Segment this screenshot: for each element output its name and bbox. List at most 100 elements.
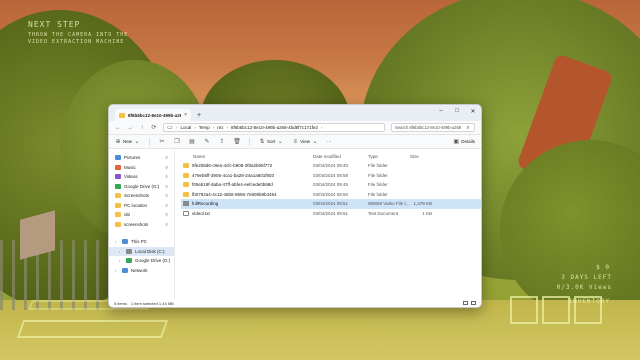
up-button[interactable]: ↑: [139, 125, 145, 131]
breadcrumb-rez[interactable]: rez: [217, 125, 223, 130]
new-tab-button[interactable]: +: [197, 112, 201, 119]
file-name-cell: 9fe208d6-c8ea-4cfc-b908-2f8a2b65f772: [181, 163, 313, 169]
file-row[interactable]: 479eb6ff-3905-4ca1-ba28-24a1a801f803 03/0…: [181, 171, 481, 181]
details-view-icon[interactable]: [463, 301, 468, 305]
chevron-right-icon[interactable]: ›: [119, 258, 123, 263]
cut-icon[interactable]: ✂: [159, 139, 165, 145]
explorer-tab[interactable]: 8f6b5bc12-8e10-499b-a268-4bd ×: [115, 109, 191, 121]
sidebar-item-label: Pictures: [124, 155, 141, 161]
drive-icon: [122, 267, 128, 273]
chevron-right-icon[interactable]: ›: [115, 239, 119, 244]
pin-icon: ⚲: [165, 164, 168, 170]
sidebar-item-label: Google Drive (G:): [124, 183, 160, 189]
breadcrumb-local[interactable]: Local: [181, 125, 192, 130]
file-row[interactable]: f00eb18f-daba-47ff-abfe4-eefcede0b98d 03/…: [181, 180, 481, 190]
chevron-down-icon: ⌄: [312, 138, 318, 145]
view-label: View: [300, 139, 310, 144]
tab-close-button[interactable]: ×: [184, 112, 187, 118]
sidebar-item[interactable]: Music ⚲: [109, 163, 174, 173]
breadcrumb-temp[interactable]: Temp: [199, 125, 210, 130]
chevron-right-icon[interactable]: ›: [119, 249, 123, 254]
view-button[interactable]: ≡ View ⌄: [292, 139, 318, 145]
hud-frame-outer: [16, 320, 169, 338]
share-icon[interactable]: ⇪: [219, 139, 225, 145]
delete-icon[interactable]: 🗑: [233, 139, 241, 145]
more-options-button[interactable]: ···: [327, 139, 332, 144]
drive-icon: [126, 258, 132, 264]
file-row[interactable]: 9fe208d6-c8ea-4cfc-b908-2f8a2b65f772 03/0…: [181, 161, 481, 171]
file-row[interactable]: videol.txt 03/04/2024 09:51 Text Document 1…: [181, 209, 481, 219]
new-button[interactable]: ⊕ New ⌄: [115, 139, 140, 145]
file-date: 03/04/2024 09:50: [313, 191, 349, 197]
chevron-down-icon: ⌄: [134, 138, 140, 145]
sidebar-item-label: obi: [124, 212, 131, 218]
chevron-right-icon[interactable]: ›: [115, 268, 119, 273]
sidebar-item-label: Screenshots: [124, 193, 150, 199]
sort-icon: ⇅: [259, 138, 265, 145]
column-date-modified[interactable]: Date modified: [313, 154, 368, 159]
sidebar-tree-item[interactable]: › Network: [109, 266, 174, 276]
folder-icon: [183, 163, 189, 169]
search-placeholder: Search 8f6b5bc12-8e10-499b-a268: [395, 125, 462, 130]
details-button[interactable]: ▣ Details: [453, 139, 475, 145]
sidebar-tree-item[interactable]: › This PC: [109, 237, 174, 247]
sidebar-item[interactable]: Pictures ⚲: [109, 153, 174, 163]
tiles-view-icon[interactable]: [471, 301, 476, 305]
forward-button[interactable]: →: [127, 125, 133, 131]
file-row[interactable]: fullRecording 03/04/2024 09:51 WEBM Video …: [181, 199, 481, 209]
file-name: f00eb18f-daba-47ff-abfe4-eefcede0b98d: [192, 182, 273, 188]
sidebar-item[interactable]: obi ⚲: [109, 210, 174, 220]
file-list: Name Date modified Type Size 9fe208d6-c8…: [175, 149, 481, 299]
view-icon: ≡: [293, 138, 298, 145]
column-name[interactable]: Name: [181, 154, 313, 159]
file-name: 9fe208d6-c8ea-4cfc-b908-2f8a2b65f772: [192, 163, 273, 169]
new-label: New: [123, 139, 133, 144]
breadcrumb-current-folder[interactable]: 8f6b5bc12-8e10-499b-a268-4bd8f7c171fe2: [231, 125, 318, 130]
rename-icon[interactable]: ✎: [204, 139, 210, 145]
file-name: videol.txt: [192, 210, 210, 216]
sidebar-tree-item[interactable]: › Google Drive (G:): [109, 256, 174, 266]
inventory-slot[interactable]: [542, 296, 570, 324]
plus-icon: ⊕: [115, 138, 121, 145]
back-button[interactable]: ←: [115, 125, 121, 131]
title-bar: 8f6b5bc12-8e10-499b-a268-4bd × + – □ ✕: [109, 105, 481, 121]
column-size[interactable]: Size: [410, 154, 432, 159]
search-icon: ⌕: [466, 124, 470, 131]
refresh-button[interactable]: ⟳: [151, 124, 157, 131]
sidebar-item[interactable]: Screenshots ⚲: [109, 191, 174, 201]
sidebar-item-label: Videos: [124, 174, 138, 180]
minimize-button[interactable]: –: [433, 105, 449, 117]
sidebar-item[interactable]: screenshots ⚲: [109, 220, 174, 230]
sidebar-item[interactable]: Videos ⚲: [109, 172, 174, 182]
pin-icon: ⚲: [165, 221, 168, 227]
views-counter: 0/3.0K Views: [556, 284, 612, 291]
sidebar-item-label: screenshots: [124, 221, 149, 227]
sidebar-item[interactable]: Google Drive (G:) ⚲: [109, 182, 174, 192]
close-button[interactable]: ✕: [465, 105, 481, 117]
drive-icon: [122, 239, 128, 245]
inventory-slot[interactable]: [510, 296, 538, 324]
pin-icon: ⚲: [165, 155, 168, 161]
navigation-bar: ← → ↑ ⟳ ▭ › Local › Temp › rez › 8f6b5bc…: [109, 121, 481, 135]
file-type: File folder: [368, 163, 388, 169]
copy-icon[interactable]: ❐: [174, 139, 180, 145]
file-name-cell: fullRecording: [181, 201, 313, 207]
paste-icon[interactable]: ▤: [189, 139, 195, 145]
folder-icon: [115, 193, 121, 199]
file-type: Text Document: [368, 210, 399, 216]
pin-icon: ⚲: [165, 193, 168, 199]
sort-button[interactable]: ⇅ Sort ⌄: [259, 139, 283, 145]
next-step-instruction: THROW THE CAMERA INTO THE VIDEO EXTRACTI…: [28, 32, 129, 45]
folder-icon: [115, 174, 121, 180]
column-type[interactable]: Type: [368, 154, 410, 159]
divider: [149, 137, 151, 146]
address-bar[interactable]: ▭ › Local › Temp › rez › 8f6b5bc12-8e10-…: [163, 123, 385, 132]
monitor-icon: ▭: [167, 124, 173, 131]
search-input[interactable]: Search 8f6b5bc12-8e10-499b-a268 ⌕: [391, 123, 475, 132]
view-toggles: [463, 301, 476, 305]
folder-icon: [119, 112, 125, 118]
file-row[interactable]: fb0782a4-4c12-45b6-9555-7e809b8b3464 03/0…: [181, 190, 481, 200]
maximize-button[interactable]: □: [449, 105, 465, 117]
sidebar-tree-item[interactable]: › Local Disk (C:): [109, 246, 174, 256]
sidebar-item[interactable]: PC location ⚲: [109, 201, 174, 211]
